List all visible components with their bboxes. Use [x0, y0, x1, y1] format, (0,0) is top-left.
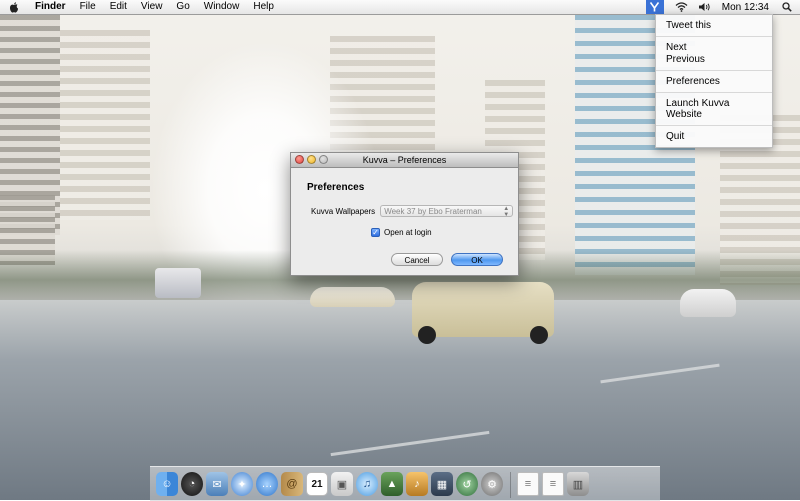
menu-help[interactable]: Help	[246, 0, 281, 14]
time-machine-icon[interactable]: ↺	[456, 472, 478, 496]
ical-icon[interactable]: 21	[306, 472, 328, 496]
wallpaper-label: Kuvva Wallpapers	[311, 206, 376, 216]
menu-go[interactable]: Go	[169, 0, 196, 14]
kuvva-icon[interactable]	[645, 0, 664, 14]
window-content: Preferences Kuvva Wallpapers Week 37 by …	[291, 168, 518, 278]
mail-icon[interactable]: ✉	[206, 472, 228, 496]
trash-icon[interactable]: ▥	[567, 472, 589, 496]
window-title: Kuvva – Preferences	[362, 155, 447, 165]
bus	[155, 268, 201, 298]
document-icon-2[interactable]: ≡	[542, 472, 564, 496]
ok-button[interactable]: OK	[451, 253, 503, 266]
dashboard-icon[interactable]: ◔	[181, 472, 203, 496]
menu-item-tweet-this[interactable]: Tweet this	[656, 17, 772, 34]
menu-separator	[656, 125, 772, 126]
itunes-icon[interactable]: ♫	[356, 472, 378, 496]
ichat-icon[interactable]: …	[256, 472, 278, 496]
menu-separator	[656, 70, 772, 71]
wallpaper-row: Kuvva Wallpapers Week 37 by Ebo Fraterma…	[311, 205, 514, 218]
spotlight-icon[interactable]	[777, 0, 800, 14]
minimize-button[interactable]	[307, 155, 316, 164]
wifi-icon[interactable]	[670, 0, 693, 14]
dock: ☺ ◔ ✉ ✦ … @ 21 ▣ ♫ ▲ ♪ ▦ ↺ ⚙ ≡ ≡ ▥	[150, 466, 660, 501]
menu-item-launch-website[interactable]: Launch Kuvva Website	[656, 95, 772, 123]
menu-separator	[656, 36, 772, 37]
kuvva-status-menu: Tweet this Next Previous Preferences Lau…	[655, 14, 773, 148]
car-wheel	[418, 326, 436, 344]
vintage-car	[310, 287, 395, 307]
menu-item-preferences[interactable]: Preferences	[656, 73, 772, 90]
window-controls	[295, 155, 328, 164]
zoom-button[interactable]	[319, 155, 328, 164]
dock-separator	[510, 472, 511, 498]
cancel-button[interactable]: Cancel	[391, 253, 443, 266]
select-arrows-icon: ▲ ▼	[503, 206, 510, 218]
dock-icons: ☺ ◔ ✉ ✦ … @ 21 ▣ ♫ ▲ ♪ ▦ ↺ ⚙ ≡ ≡ ▥	[150, 467, 660, 501]
apple-icon[interactable]	[8, 1, 20, 13]
system-preferences-icon[interactable]: ⚙	[481, 472, 503, 496]
menu-item-next[interactable]: Next	[656, 39, 772, 53]
finder-icon[interactable]: ☺	[156, 472, 178, 496]
menu-clock[interactable]: Mon 12:34	[716, 2, 777, 13]
menu-edit[interactable]: Edit	[103, 0, 134, 14]
iphoto-icon[interactable]: ▲	[381, 472, 403, 496]
menu-item-quit[interactable]: Quit	[656, 128, 772, 145]
menu-separator	[656, 92, 772, 93]
preferences-heading: Preferences	[307, 182, 365, 193]
car-wheel	[530, 326, 548, 344]
menu-view[interactable]: View	[134, 0, 170, 14]
window-titlebar[interactable]: Kuvva – Preferences	[291, 153, 518, 168]
safari-icon[interactable]: ✦	[231, 472, 253, 496]
menu-bar: Finder File Edit View Go Window Help Mon…	[0, 0, 800, 15]
volume-icon[interactable]	[693, 0, 716, 14]
open-at-login-row[interactable]: ✓ Open at login	[371, 228, 432, 237]
garageband-icon[interactable]: ♪	[406, 472, 428, 496]
menu-window[interactable]: Window	[197, 0, 247, 14]
close-button[interactable]	[295, 155, 304, 164]
menu-extras: Mon 12:34	[645, 0, 800, 14]
document-icon[interactable]: ≡	[517, 472, 539, 496]
menu-file[interactable]: File	[73, 0, 103, 14]
preview-icon[interactable]: ▣	[331, 472, 353, 496]
open-at-login-checkbox[interactable]: ✓	[371, 228, 380, 237]
vintage-car	[680, 289, 736, 317]
spaces-icon[interactable]: ▦	[431, 472, 453, 496]
menu-app-name[interactable]: Finder	[28, 0, 73, 14]
calendar-date: 21	[311, 478, 323, 490]
building	[60, 30, 150, 220]
menu-item-previous[interactable]: Previous	[656, 53, 772, 68]
vintage-car	[412, 282, 554, 344]
wallpaper-select[interactable]: Week 37 by Ebo Fraterman ▲ ▼	[380, 205, 514, 218]
open-at-login-label: Open at login	[384, 228, 432, 237]
preferences-window: Kuvva – Preferences Preferences Kuvva Wa…	[290, 152, 519, 276]
wallpaper-select-value: Week 37 by Ebo Fraterman	[384, 207, 482, 216]
address-book-icon[interactable]: @	[281, 472, 303, 496]
